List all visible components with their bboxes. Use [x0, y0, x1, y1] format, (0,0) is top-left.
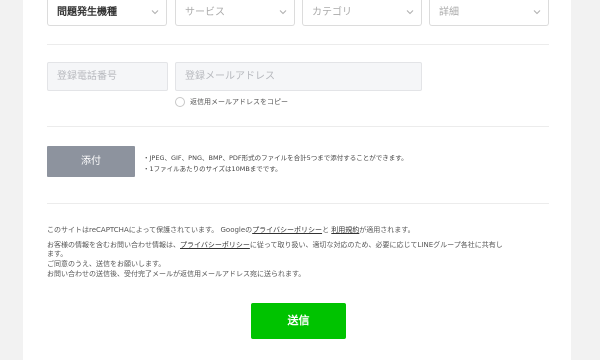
privacy-text: お客様の情報を含むお問い合わせ情報は、: [47, 241, 180, 249]
copy-email-option[interactable]: 返信用メールアドレスをコピー: [175, 97, 288, 107]
model-select[interactable]: 問題発生機種: [47, 0, 167, 26]
divider: [47, 203, 549, 204]
chevron-down-icon: [151, 10, 159, 15]
attach-note: ・JPEG、GIF、PNG、BMP、PDF形式のファイルを合計5つまで添付するこ…: [143, 154, 408, 162]
attach-note: ・1ファイルあたりのサイズは10MBまでです。: [143, 165, 282, 173]
copy-email-label: 返信用メールアドレスをコピー: [190, 98, 288, 106]
after-send-text: お問い合わせの送信後、受付完了メールが返信用メールアドレス宛に送られます。: [47, 270, 306, 278]
email-field-placeholder: 登録メールアドレス: [185, 71, 275, 82]
chevron-down-icon: [279, 10, 287, 15]
phone-field-placeholder: 登録電話番号: [57, 71, 117, 82]
attach-notes: ・JPEG、GIF、PNG、BMP、PDF形式のファイルを合計5つまで添付するこ…: [143, 153, 408, 175]
service-select[interactable]: サービス: [175, 0, 295, 26]
detail-select[interactable]: 詳細: [429, 0, 549, 26]
email-field[interactable]: 登録メールアドレス: [175, 62, 422, 91]
privacy-notice-cont: ます。: [47, 250, 68, 258]
phone-field[interactable]: 登録電話番号: [47, 62, 168, 91]
radio-button[interactable]: [175, 97, 185, 107]
chevron-down-icon: [533, 10, 541, 15]
recaptcha-notice: このサイトはreCAPTCHAによって保護されています。 Googleのプライバ…: [47, 226, 415, 235]
recaptcha-text: と: [322, 226, 332, 234]
category-select-label: カテゴリ: [312, 7, 352, 18]
recaptcha-text: このサイトはreCAPTCHAによって保護されています。 Googleの: [47, 226, 253, 234]
attach-button[interactable]: 添付: [47, 146, 135, 177]
model-select-label: 問題発生機種: [57, 7, 117, 18]
privacy-notice: お客様の情報を含むお問い合わせ情報は、プライバシーポリシーに従って取り扱い、適切…: [47, 241, 503, 250]
consent-text: ご同意のうえ、送信をお願いします。: [47, 260, 166, 268]
submit-button[interactable]: 送信: [251, 303, 346, 339]
privacy-text: に従って取り扱い、適切な対応のため、必要に応じてLINEグループ各社に共有し: [249, 241, 503, 249]
google-terms-link[interactable]: 利用規約: [331, 226, 359, 234]
google-privacy-link[interactable]: プライバシーポリシー: [252, 226, 322, 234]
divider: [47, 44, 549, 45]
category-select[interactable]: カテゴリ: [302, 0, 422, 26]
line-privacy-link[interactable]: プライバシーポリシー: [180, 241, 250, 249]
detail-select-label: 詳細: [439, 7, 459, 18]
chevron-down-icon: [406, 10, 414, 15]
recaptcha-text: が適用されます。: [359, 226, 415, 234]
divider: [47, 126, 549, 127]
service-select-label: サービス: [185, 7, 225, 18]
